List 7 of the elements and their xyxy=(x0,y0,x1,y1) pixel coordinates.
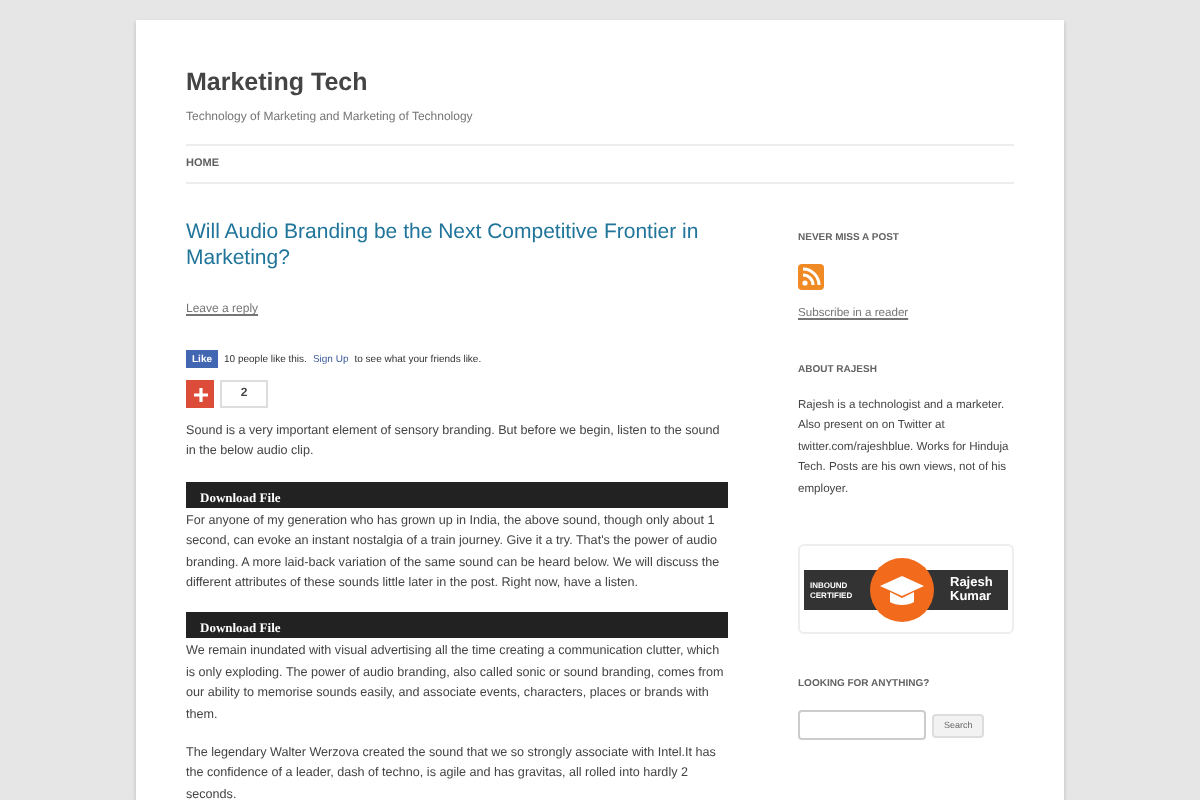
post-title[interactable]: Will Audio Branding be the Next Competitive Frontier in Marketing? xyxy=(186,220,728,272)
graduation-cap-icon xyxy=(870,557,934,622)
plus-icon xyxy=(193,387,207,401)
search-field[interactable] xyxy=(798,710,926,741)
site-title: Marketing Tech xyxy=(186,68,370,96)
plus-button[interactable] xyxy=(186,380,214,408)
rss-icon[interactable] xyxy=(798,264,824,290)
